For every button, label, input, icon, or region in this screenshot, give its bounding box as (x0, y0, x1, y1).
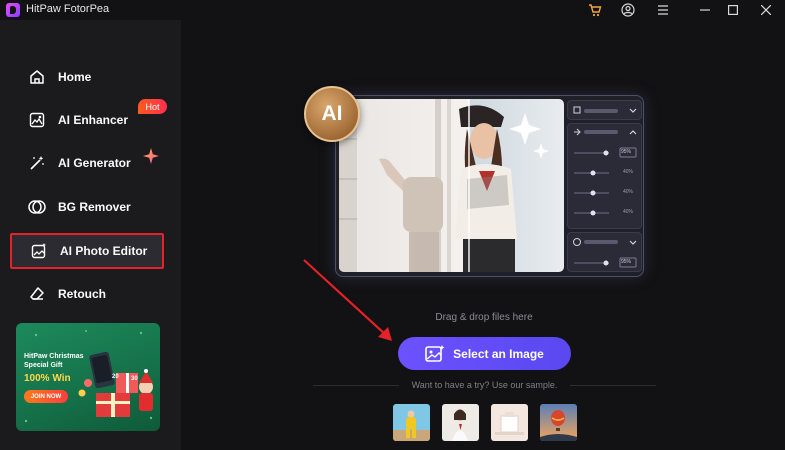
color-panel: 95% (567, 232, 642, 272)
sample-thumbnail-hot-air-balloon[interactable] (540, 404, 577, 441)
sidebar-item-ai-generator[interactable]: AI Generator (10, 145, 164, 181)
promo-headline: 100% Win (24, 373, 71, 384)
photo-editor-icon (30, 242, 48, 260)
close-icon[interactable] (758, 2, 774, 18)
slider-value: 40% (623, 169, 634, 175)
sidebar-item-ai-photo-editor[interactable]: AI Photo Editor (10, 233, 164, 269)
try-sample-hint: Want to have a try? Use our sample. (411, 380, 558, 390)
select-image-button[interactable]: Select an Image (398, 337, 571, 370)
enhancer-icon (28, 111, 46, 129)
slider-value: 95% (621, 259, 632, 265)
sidebar-item-label: Retouch (58, 287, 106, 301)
maximize-icon[interactable] (725, 2, 741, 18)
sidebar-item-label: BG Remover (58, 200, 131, 214)
join-now-button[interactable]: JOIN NOW (24, 390, 68, 403)
promo-badge: 20 (112, 374, 119, 380)
sample-thumbnail-product[interactable] (491, 404, 528, 441)
hot-badge: Hot (138, 99, 167, 114)
sidebar-item-label: AI Enhancer (58, 113, 129, 127)
sidebar-item-label: AI Photo Editor (60, 244, 148, 258)
slider-value: 40% (623, 209, 634, 215)
bg-remover-icon (28, 198, 46, 216)
home-icon (28, 68, 46, 86)
promo-title: HitPaw Christmas Special Gift (24, 353, 84, 369)
sidebar-item-retouch[interactable]: Retouch (10, 276, 164, 312)
app-logo-icon (6, 3, 20, 17)
account-icon[interactable] (620, 2, 636, 18)
divider (570, 385, 656, 386)
slider-value: 40% (623, 189, 634, 195)
sidebar-item-home[interactable]: Home (10, 59, 164, 95)
minimize-icon[interactable] (697, 2, 713, 18)
settings-panel-header[interactable] (567, 100, 642, 120)
cart-icon[interactable] (587, 2, 603, 18)
ai-badge: AI (304, 86, 360, 142)
title-bar: HitPaw FotorPea (0, 0, 785, 20)
sparkle-icon (143, 148, 159, 164)
app-title: HitPaw FotorPea (26, 3, 110, 15)
magic-wand-icon (28, 154, 46, 172)
add-image-icon (425, 344, 445, 363)
adjustment-panel: 95% 40% 40% 40% (567, 123, 642, 229)
sidebar-item-label: AI Generator (58, 156, 131, 170)
sample-photo (339, 99, 564, 272)
drag-drop-hint: Drag & drop files here (435, 312, 533, 323)
sample-thumbnail-portrait[interactable] (442, 404, 479, 441)
promo-badge: 30 (131, 376, 138, 382)
sample-thumbnail-yellow-person[interactable] (393, 404, 430, 441)
divider (313, 385, 399, 386)
menu-icon[interactable] (655, 2, 671, 18)
promo-banner[interactable]: HitPaw Christmas Special Gift 100% Win J… (16, 323, 160, 431)
sidebar-item-label: Home (58, 70, 92, 84)
sidebar-item-bg-remover[interactable]: BG Remover (10, 189, 164, 225)
select-image-label: Select an Image (453, 346, 544, 361)
slider-value: 95% (621, 149, 632, 155)
eraser-icon (28, 285, 46, 303)
